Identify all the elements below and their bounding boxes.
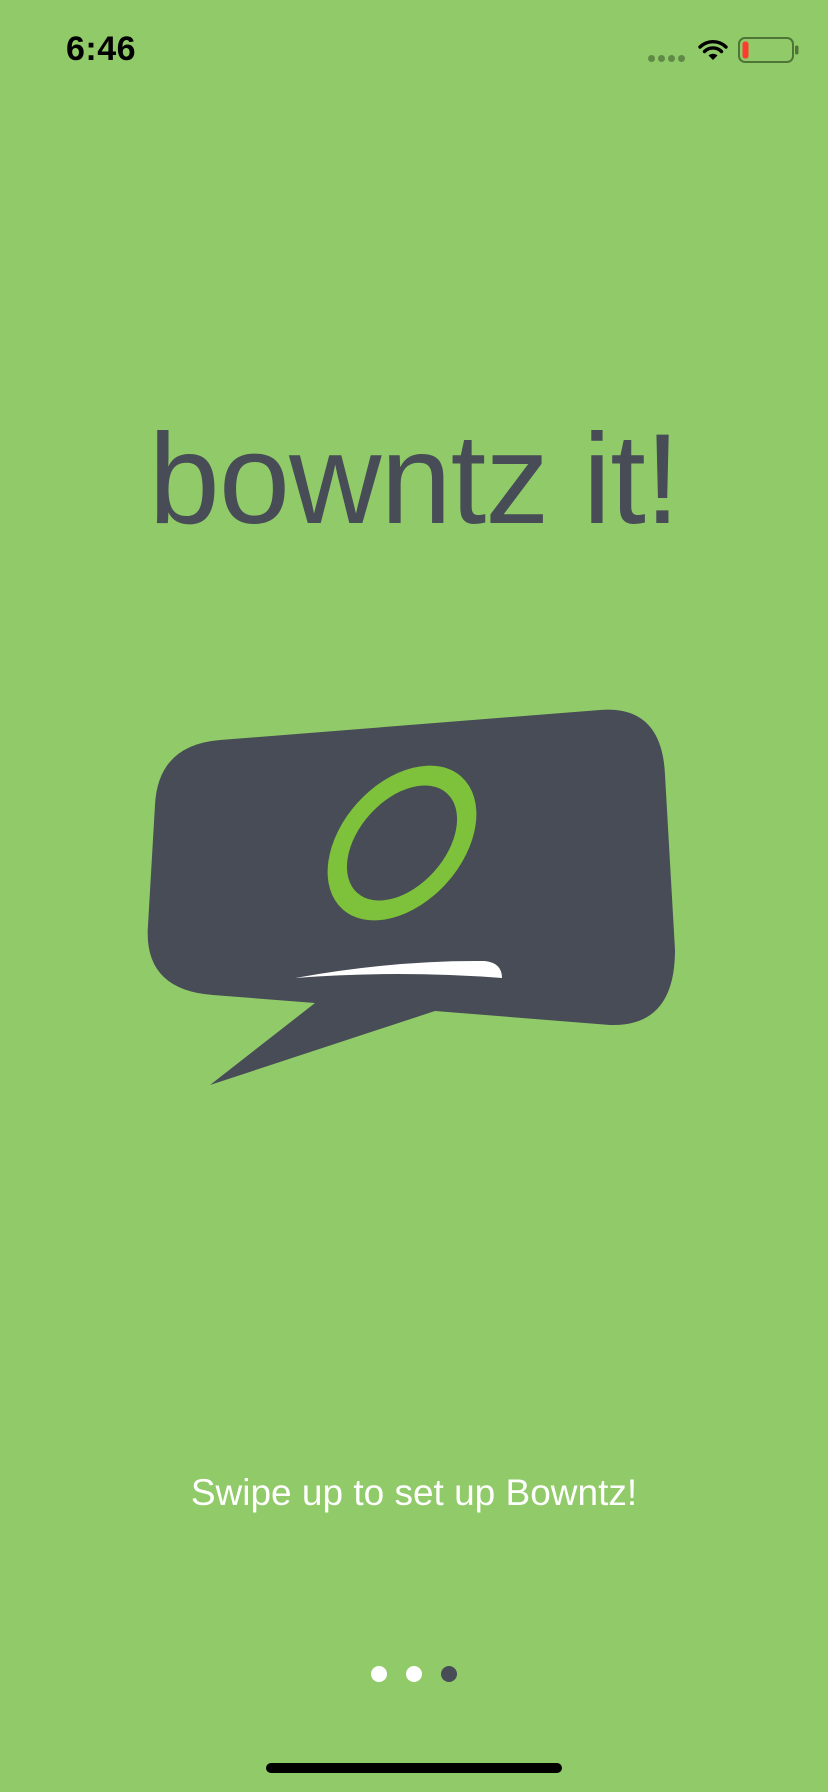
page-indicator[interactable] [366,1666,462,1686]
speech-bubble-logo [147,709,676,1085]
home-indicator[interactable] [266,1763,562,1773]
status-time: 6:46 [66,30,137,68]
headline: bowntz it! [148,408,681,551]
swipe-up-instruction: Swipe up to set up Bowntz! [190,1472,638,1513]
wifi-icon [698,40,728,60]
onboarding-screen[interactable]: 6:46 bowntz it! Swipe up to set up Bownt… [0,0,828,1792]
page-dot-2[interactable] [406,1666,422,1682]
status-bar: 6:46 [0,0,828,100]
cellular-signal-icon [648,55,686,63]
page-dot-1[interactable] [371,1666,387,1682]
page-dot-3[interactable] [441,1666,457,1682]
battery-low-icon [738,37,799,63]
